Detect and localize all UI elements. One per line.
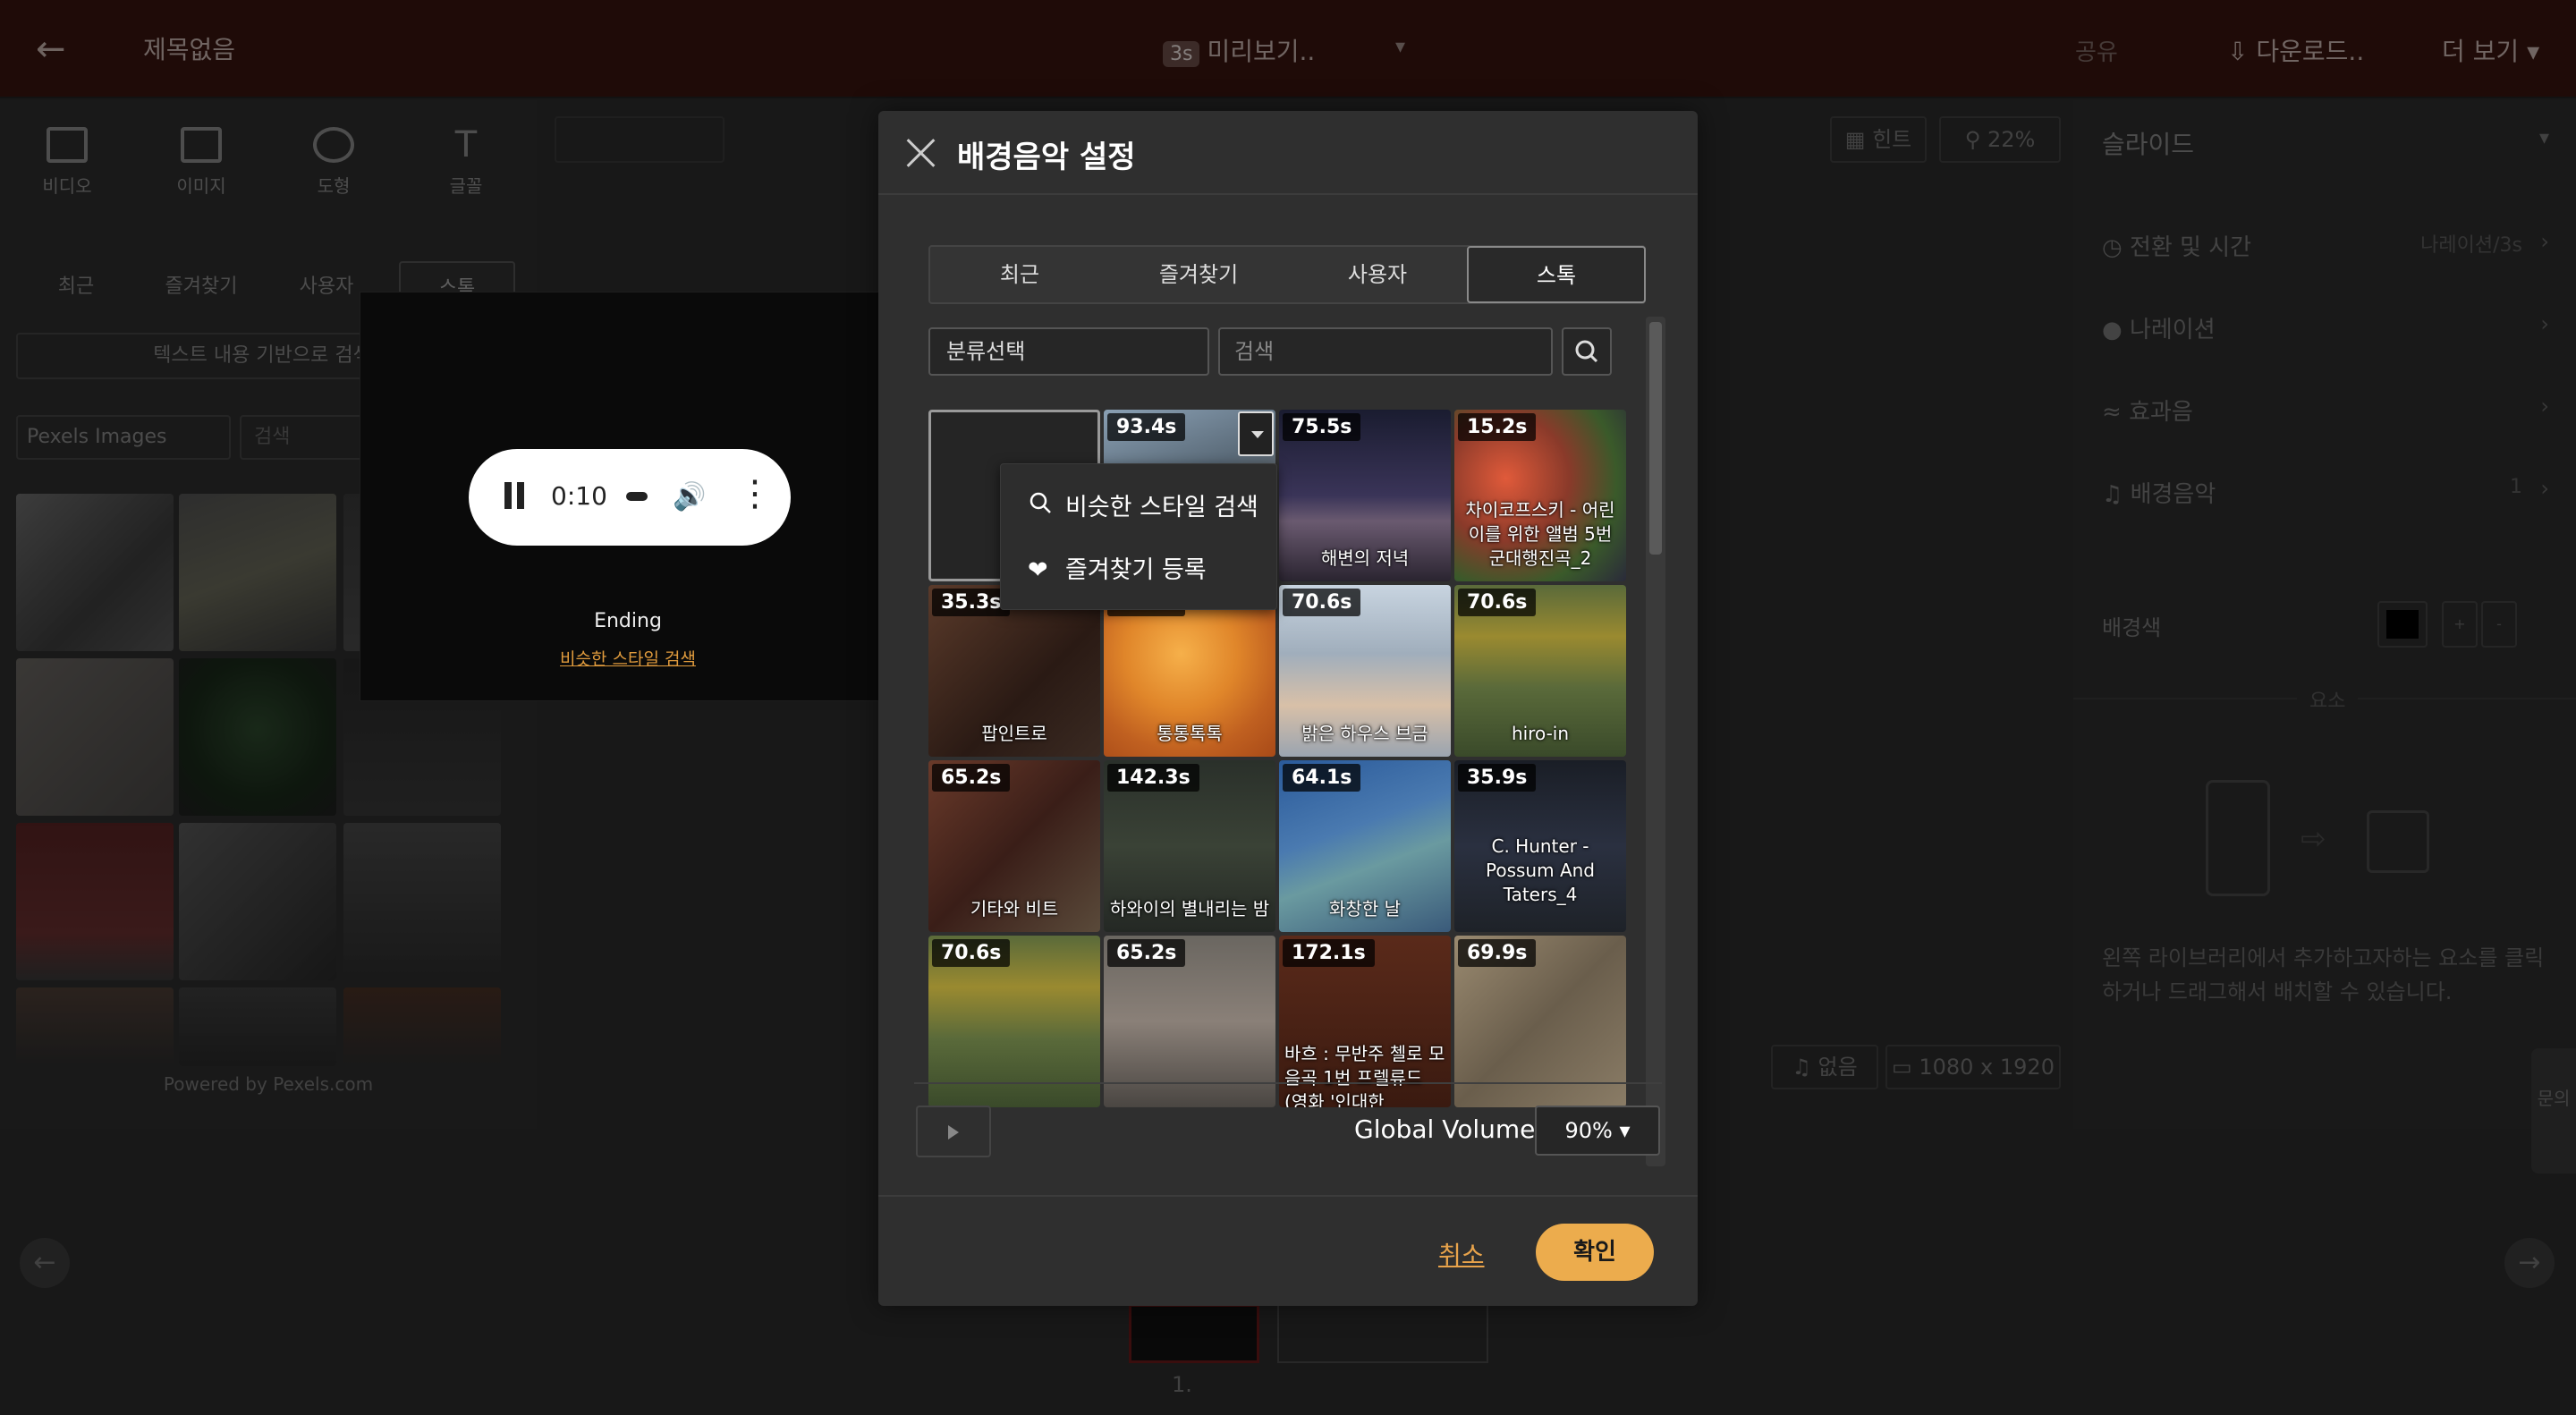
music-tile[interactable]: 35.9s C. Hunter - Possum And Taters_4 bbox=[1454, 760, 1626, 932]
confirm-button[interactable]: 확인 bbox=[1536, 1224, 1654, 1281]
track-name: Ending bbox=[594, 610, 662, 632]
global-volume-select[interactable]: 90% ▾ bbox=[1535, 1106, 1660, 1156]
menu-item-add-favorite[interactable]: ❤ 즐겨찾기 등록 bbox=[1028, 550, 1207, 585]
volume-icon[interactable]: 🔊 bbox=[673, 481, 706, 513]
menu-item-label: 비슷한 스타일 검색 bbox=[1065, 494, 1258, 521]
track-name: 팝인트로 bbox=[981, 723, 1047, 744]
track-name: 해변의 저녁 bbox=[1320, 547, 1410, 569]
track-name: 화창한 날 bbox=[1329, 898, 1401, 919]
duration-badge: 65.2s bbox=[932, 764, 1011, 792]
global-volume-value: 90% bbox=[1564, 1118, 1613, 1143]
global-volume-label: Global Volume bbox=[1354, 1114, 1536, 1144]
music-tile[interactable]: 64.1s 화창한 날 bbox=[1279, 760, 1451, 932]
track-name: 차이코프스키 - 어린이를 위한 앨범 5번 군대행진곡_2 bbox=[1465, 499, 1615, 569]
play-button[interactable] bbox=[916, 1106, 991, 1157]
duration-badge: 64.1s bbox=[1283, 764, 1361, 792]
menu-item-label: 즐겨찾기 등록 bbox=[1065, 556, 1207, 584]
music-tile[interactable]: 35.3s 팝인트로 bbox=[928, 585, 1100, 757]
duration-badge: 172.1s bbox=[1283, 939, 1375, 967]
cancel-button[interactable]: 취소 bbox=[1438, 1236, 1485, 1272]
track-name: C. Hunter - Possum And Taters_4 bbox=[1486, 835, 1595, 905]
music-tile[interactable]: 70.6s hiro-in bbox=[1454, 585, 1626, 757]
more-vertical-icon[interactable]: ⋮ bbox=[737, 474, 773, 513]
heart-icon: ❤ bbox=[1028, 556, 1048, 584]
duration-badge: 142.3s bbox=[1107, 764, 1199, 792]
music-tile[interactable]: 15.2s 차이코프스키 - 어린이를 위한 앨범 5번 군대행진곡_2 bbox=[1454, 410, 1626, 581]
progress-indicator[interactable] bbox=[626, 492, 648, 501]
track-name: 하와이의 별내리는 밤 bbox=[1109, 898, 1270, 919]
modal-tabs: 최근 즐겨찾기 사용자 스톡 bbox=[928, 245, 1646, 304]
track-name: 기타와 비트 bbox=[970, 898, 1059, 919]
duration-badge: 70.6s bbox=[1458, 589, 1537, 616]
search-icon bbox=[1575, 340, 1598, 363]
tile-context-menu: 비슷한 스타일 검색 ❤ 즐겨찾기 등록 bbox=[1000, 463, 1277, 610]
tab-user[interactable]: 사용자 bbox=[1288, 247, 1467, 302]
track-name: 바흐 : 무반주 첼로 모음곡 1번 프렐류드 (영화 '인대한 bbox=[1284, 1043, 1445, 1107]
duration-badge: 69.9s bbox=[1458, 939, 1537, 967]
track-name: 밝은 하우스 브금 bbox=[1301, 723, 1428, 744]
similar-style-link[interactable]: 비슷한 스타일 검색 bbox=[360, 646, 896, 670]
duration-badge: 35.9s bbox=[1458, 764, 1537, 792]
tab-favorites[interactable]: 즐겨찾기 bbox=[1109, 247, 1288, 302]
pause-icon[interactable] bbox=[503, 482, 526, 511]
tab-stock[interactable]: 스톡 bbox=[1467, 246, 1646, 303]
tile-dropdown-button[interactable] bbox=[1238, 411, 1274, 456]
bgm-settings-modal: 배경음악 설정 최근 즐겨찾기 사용자 스톡 분류선택 93.4s 75.5s … bbox=[878, 111, 1698, 1306]
music-tile[interactable]: 70.6s 밝은 하우스 브금 bbox=[1279, 585, 1451, 757]
duration-badge: 65.2s bbox=[1107, 939, 1186, 967]
player-time: 0:10 bbox=[551, 481, 607, 511]
modal-title: 배경음악 설정 bbox=[957, 140, 1136, 175]
duration-badge: 70.6s bbox=[932, 939, 1011, 967]
music-search-input[interactable] bbox=[1218, 327, 1553, 376]
duration-badge: 15.2s bbox=[1458, 413, 1537, 441]
divider bbox=[914, 1082, 1662, 1084]
tab-recent[interactable]: 최근 bbox=[930, 247, 1109, 302]
close-icon[interactable] bbox=[902, 134, 939, 172]
music-tile[interactable]: 70.6s 통통톡톡 bbox=[1104, 585, 1275, 757]
search-button[interactable] bbox=[1562, 327, 1612, 376]
audio-player: 0:10 🔊 ⋮ bbox=[469, 449, 791, 546]
duration-badge: 75.5s bbox=[1283, 413, 1361, 441]
duration-badge: 35.3s bbox=[932, 589, 1011, 616]
music-tile[interactable]: 142.3s 하와이의 별내리는 밤 bbox=[1104, 760, 1275, 932]
music-tile[interactable]: 75.5s 해변의 저녁 bbox=[1279, 410, 1451, 581]
track-name: hiro-in bbox=[1511, 723, 1570, 744]
scrollbar-thumb[interactable] bbox=[1649, 322, 1662, 555]
duration-badge: 93.4s bbox=[1107, 413, 1186, 441]
search-icon bbox=[1028, 490, 1055, 521]
music-tile[interactable]: 65.2s 기타와 비트 bbox=[928, 760, 1100, 932]
menu-item-similar-search[interactable]: 비슷한 스타일 검색 bbox=[1028, 487, 1258, 522]
track-name: 통통톡톡 bbox=[1157, 723, 1223, 744]
divider bbox=[878, 1195, 1698, 1197]
app-root: ← 제목없음 3s 미리보기.. ▾ 공유 ⇩ 다운로드.. 더 보기 ▾ 비디오… bbox=[0, 0, 2576, 1415]
modal-header: 배경음악 설정 bbox=[878, 111, 1698, 195]
category-select[interactable]: 분류선택 bbox=[928, 327, 1209, 376]
duration-badge: 70.6s bbox=[1283, 589, 1361, 616]
